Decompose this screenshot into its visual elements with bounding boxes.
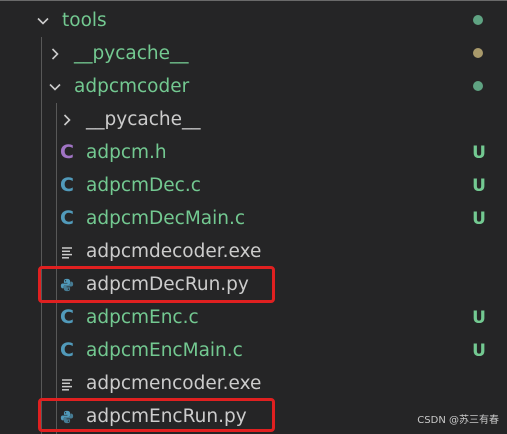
tree-item-adpcmenc-c[interactable]: C adpcmEnc.c U	[0, 301, 507, 334]
git-status-dot	[473, 81, 483, 91]
git-status-dot	[473, 48, 483, 58]
git-status-untracked: U	[472, 340, 486, 361]
tree-item-label: adpcmDec.c	[86, 175, 201, 196]
text-lines-icon	[60, 245, 74, 259]
git-status-untracked: U	[472, 307, 486, 328]
tree-item-adpcm-h[interactable]: C adpcm.h U	[0, 136, 507, 169]
c-file-icon: C	[60, 339, 74, 361]
chevron-right-icon	[48, 47, 62, 61]
highlight-box	[38, 266, 275, 303]
tree-item-label: tools	[62, 10, 107, 31]
watermark: CSDN @苏三有春	[417, 415, 499, 426]
tree-item-adpcmcoder[interactable]: adpcmcoder	[0, 70, 507, 103]
tree-item-label: adpcmencoder.exe	[86, 373, 262, 394]
chevron-down-icon	[36, 14, 50, 28]
tree-item-label: adpcmcoder	[74, 76, 190, 97]
c-file-icon: C	[60, 306, 74, 328]
tree-item-pycache[interactable]: __pycache__	[0, 103, 507, 136]
text-lines-icon	[60, 377, 74, 391]
git-status-dot	[473, 15, 483, 25]
tree-item-adpcmencmain-c[interactable]: C adpcmEncMain.c U	[0, 334, 507, 367]
tree-item-pycache[interactable]: __pycache__	[0, 37, 507, 70]
tree-item-adpcmdecoder-exe[interactable]: adpcmdecoder.exe	[0, 235, 507, 268]
tree-item-label: adpcmdecoder.exe	[86, 241, 262, 262]
tree-item-adpcmencoder-exe[interactable]: adpcmencoder.exe	[0, 367, 507, 400]
tree-item-label: adpcm.h	[86, 142, 167, 163]
git-status-untracked: U	[472, 142, 486, 163]
c-file-icon: C	[60, 207, 74, 229]
tree-item-label: adpcmEncMain.c	[86, 340, 243, 361]
c-header-icon: C	[60, 141, 74, 163]
top-divider	[0, 0, 507, 1]
tree-item-label: __pycache__	[74, 43, 189, 64]
chevron-right-icon	[60, 113, 74, 127]
tree-item-label: adpcmEnc.c	[86, 307, 199, 328]
git-status-untracked: U	[472, 175, 486, 196]
chevron-down-icon	[48, 80, 62, 94]
tree-item-label: __pycache__	[86, 109, 201, 130]
tree-item-tools[interactable]: tools	[0, 4, 507, 37]
git-status-untracked: U	[472, 208, 486, 229]
tree-item-label: adpcmDecMain.c	[86, 208, 246, 229]
highlight-box	[38, 398, 275, 432]
tree-item-adpcmdecmain-c[interactable]: C adpcmDecMain.c U	[0, 202, 507, 235]
tree-item-adpcmdec-c[interactable]: C adpcmDec.c U	[0, 169, 507, 202]
c-file-icon: C	[60, 174, 74, 196]
